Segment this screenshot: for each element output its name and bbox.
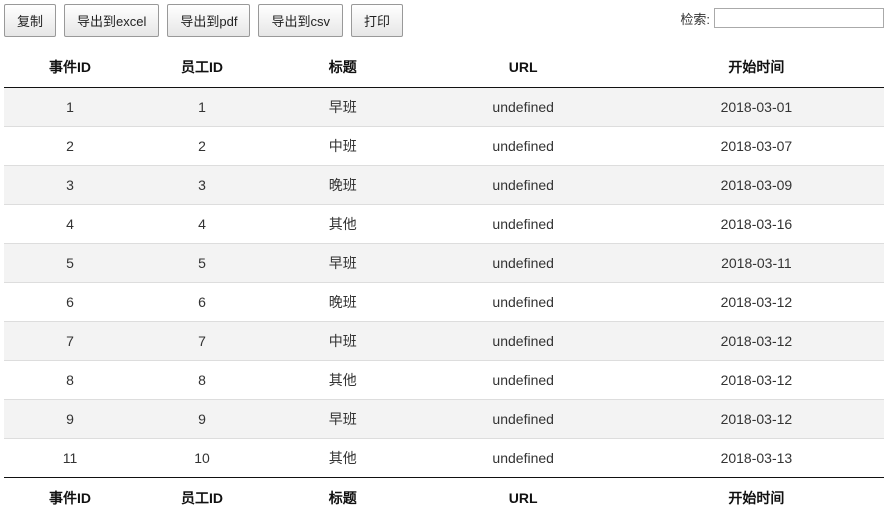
cell-event_id: 3 xyxy=(4,166,136,205)
table-row[interactable]: 99早班undefined2018-03-12 xyxy=(4,400,884,439)
col-header-title[interactable]: 标题 xyxy=(268,47,418,88)
export-toolbar: 复制导出到excel导出到pdf导出到csv打印 xyxy=(4,4,403,37)
cell-start_time: 2018-03-16 xyxy=(629,205,884,244)
cell-employee_id: 2 xyxy=(136,127,268,166)
cell-event_id: 4 xyxy=(4,205,136,244)
table-row[interactable]: 55早班undefined2018-03-11 xyxy=(4,244,884,283)
cell-employee_id: 8 xyxy=(136,361,268,400)
table-row[interactable]: 77中班undefined2018-03-12 xyxy=(4,322,884,361)
cell-event_id: 1 xyxy=(4,88,136,127)
cell-employee_id: 1 xyxy=(136,88,268,127)
export-excel-button[interactable]: 导出到excel xyxy=(64,4,159,37)
cell-event_id: 7 xyxy=(4,322,136,361)
cell-start_time: 2018-03-12 xyxy=(629,283,884,322)
cell-event_id: 11 xyxy=(4,439,136,478)
col-header-event_id[interactable]: 事件ID xyxy=(4,47,136,88)
cell-url: undefined xyxy=(418,400,629,439)
cell-start_time: 2018-03-01 xyxy=(629,88,884,127)
table-row[interactable]: 44其他undefined2018-03-16 xyxy=(4,205,884,244)
cell-event_id: 8 xyxy=(4,361,136,400)
cell-url: undefined xyxy=(418,283,629,322)
cell-title: 早班 xyxy=(268,244,418,283)
cell-title: 其他 xyxy=(268,361,418,400)
cell-start_time: 2018-03-12 xyxy=(629,400,884,439)
cell-title: 中班 xyxy=(268,322,418,361)
cell-start_time: 2018-03-13 xyxy=(629,439,884,478)
export-csv-button[interactable]: 导出到csv xyxy=(258,4,343,37)
cell-employee_id: 10 xyxy=(136,439,268,478)
col-header-start_time[interactable]: 开始时间 xyxy=(629,47,884,88)
cell-url: undefined xyxy=(418,244,629,283)
cell-title: 早班 xyxy=(268,400,418,439)
cell-title: 晚班 xyxy=(268,166,418,205)
cell-start_time: 2018-03-09 xyxy=(629,166,884,205)
cell-start_time: 2018-03-07 xyxy=(629,127,884,166)
export-pdf-button[interactable]: 导出到pdf xyxy=(167,4,250,37)
cell-title: 其他 xyxy=(268,439,418,478)
col-footer-employee_id: 员工ID xyxy=(136,478,268,519)
col-header-url[interactable]: URL xyxy=(418,47,629,88)
cell-event_id: 5 xyxy=(4,244,136,283)
cell-title: 其他 xyxy=(268,205,418,244)
cell-title: 中班 xyxy=(268,127,418,166)
table-row[interactable]: 88其他undefined2018-03-12 xyxy=(4,361,884,400)
table-row[interactable]: 66晚班undefined2018-03-12 xyxy=(4,283,884,322)
col-header-employee_id[interactable]: 员工ID xyxy=(136,47,268,88)
cell-start_time: 2018-03-12 xyxy=(629,361,884,400)
cell-employee_id: 4 xyxy=(136,205,268,244)
search-wrap: 检索: xyxy=(680,4,884,28)
cell-url: undefined xyxy=(418,205,629,244)
cell-start_time: 2018-03-12 xyxy=(629,322,884,361)
cell-url: undefined xyxy=(418,127,629,166)
copy-button[interactable]: 复制 xyxy=(4,4,56,37)
cell-title: 晚班 xyxy=(268,283,418,322)
cell-employee_id: 5 xyxy=(136,244,268,283)
cell-employee_id: 9 xyxy=(136,400,268,439)
col-footer-start_time: 开始时间 xyxy=(629,478,884,519)
cell-url: undefined xyxy=(418,361,629,400)
cell-url: undefined xyxy=(418,166,629,205)
cell-employee_id: 6 xyxy=(136,283,268,322)
table-row[interactable]: 11早班undefined2018-03-01 xyxy=(4,88,884,127)
cell-url: undefined xyxy=(418,322,629,361)
cell-title: 早班 xyxy=(268,88,418,127)
table-row[interactable]: 33晚班undefined2018-03-09 xyxy=(4,166,884,205)
events-table: 事件ID员工ID标题URL开始时间 11早班undefined2018-03-0… xyxy=(4,47,884,518)
table-row[interactable]: 1110其他undefined2018-03-13 xyxy=(4,439,884,478)
cell-event_id: 9 xyxy=(4,400,136,439)
table-row[interactable]: 22中班undefined2018-03-07 xyxy=(4,127,884,166)
col-footer-url: URL xyxy=(418,478,629,519)
col-footer-title: 标题 xyxy=(268,478,418,519)
cell-url: undefined xyxy=(418,439,629,478)
cell-event_id: 2 xyxy=(4,127,136,166)
search-input[interactable] xyxy=(714,8,884,28)
cell-event_id: 6 xyxy=(4,283,136,322)
search-label: 检索: xyxy=(680,9,710,28)
cell-url: undefined xyxy=(418,88,629,127)
col-footer-event_id: 事件ID xyxy=(4,478,136,519)
cell-employee_id: 3 xyxy=(136,166,268,205)
cell-employee_id: 7 xyxy=(136,322,268,361)
cell-start_time: 2018-03-11 xyxy=(629,244,884,283)
print-button[interactable]: 打印 xyxy=(351,4,403,37)
